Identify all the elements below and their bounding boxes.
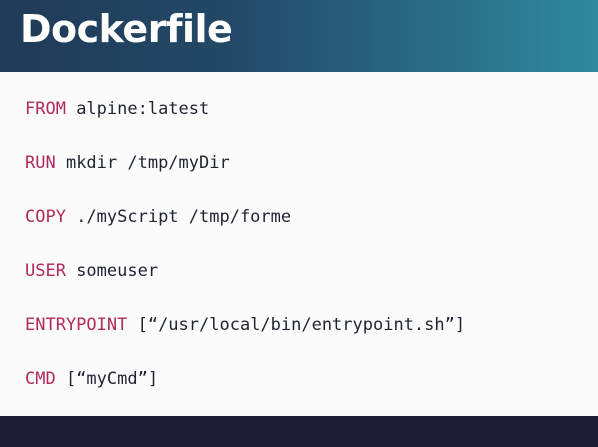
code-line-run: RUN mkdir /tmp/myDir <box>25 148 585 202</box>
instruction-argument: ./myScript /tmp/forme <box>65 207 292 227</box>
code-line-entrypoint: ENTRYPOINT [“/usr/local/bin/entrypoint.s… <box>25 310 585 364</box>
code-line-user: USER someuser <box>25 256 585 310</box>
instruction-argument: someuser <box>65 261 159 281</box>
instruction-keyword: USER <box>25 261 66 281</box>
slide-title: Dockerfile <box>20 7 233 51</box>
instruction-keyword: FROM <box>25 99 66 119</box>
code-line-copy: COPY ./myScript /tmp/forme <box>25 202 585 256</box>
dockerfile-code-block: FROM alpine:latest RUN mkdir /tmp/myDir … <box>25 94 585 418</box>
code-line-from: FROM alpine:latest <box>25 94 585 148</box>
title-bar: Dockerfile <box>0 0 598 72</box>
code-line-cmd: CMD [“myCmd”] <box>25 364 585 418</box>
instruction-argument: [“myCmd”] <box>55 369 159 389</box>
footer-bar <box>0 416 598 447</box>
instruction-keyword: COPY <box>25 207 66 227</box>
instruction-argument: [“/usr/local/bin/entrypoint.sh”] <box>127 315 466 335</box>
slide: Dockerfile FROM alpine:latest RUN mkdir … <box>0 0 598 447</box>
instruction-keyword: ENTRYPOINT <box>25 315 128 335</box>
instruction-argument: alpine:latest <box>65 99 210 119</box>
instruction-argument: mkdir /tmp/myDir <box>55 153 230 173</box>
instruction-keyword: CMD <box>25 369 56 389</box>
instruction-keyword: RUN <box>25 153 56 173</box>
